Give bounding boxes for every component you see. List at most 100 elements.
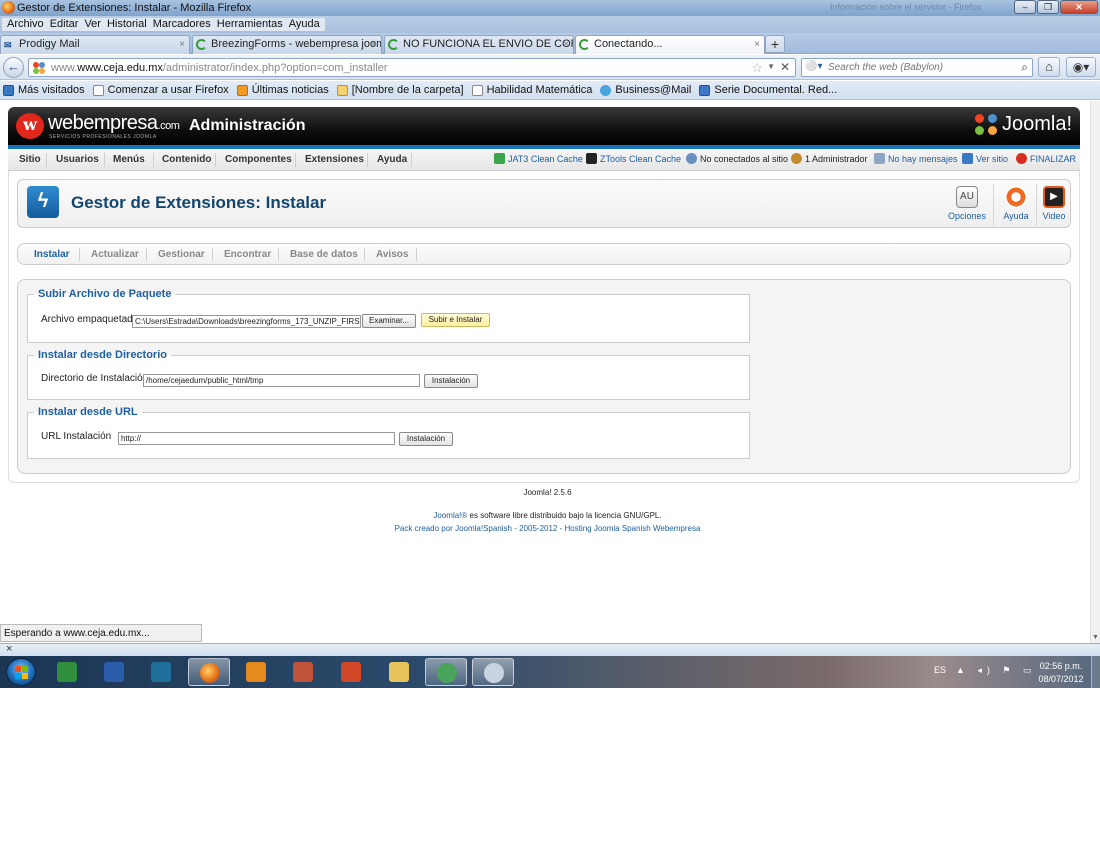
taskbar-clock[interactable]: 02:56 p.m. 08/07/2012	[1030, 660, 1092, 686]
tab-prodigy-mail[interactable]: ✉ Prodigy Mail ×	[0, 35, 190, 54]
subtab-encontrar[interactable]: Encontrar	[224, 249, 271, 260]
url-bar[interactable]: www.www.ceja.edu.mx/administrator/index.…	[28, 58, 796, 77]
install-url-legend: Instalar desde URL	[38, 406, 138, 418]
word-icon	[104, 662, 124, 682]
taskbar-word[interactable]	[93, 658, 135, 686]
recycle-icon	[494, 153, 505, 164]
upload-package-fieldset: Subir Archivo de Paquete Archivo empaque…	[27, 288, 750, 343]
menu-ver[interactable]: Ver	[81, 18, 104, 31]
taskbar-settings[interactable]	[472, 658, 514, 686]
menu-ayuda[interactable]: Ayuda	[286, 18, 323, 31]
close-addon-bar-button[interactable]: ×	[6, 643, 12, 655]
view-site-link[interactable]: Ver sitio	[962, 153, 1008, 164]
subtab-gestionar[interactable]: Gestionar	[158, 249, 205, 260]
rss-icon	[236, 84, 248, 96]
bookmark-star-icon[interactable]: ☆	[751, 60, 763, 76]
screen: Gestor de Extensiones: Instalar - Mozill…	[0, 0, 1100, 841]
menu-marcadores[interactable]: Marcadores	[150, 18, 214, 31]
tab-close-button[interactable]: ×	[563, 36, 569, 53]
addon-menu-button[interactable]: ◉▾	[1066, 57, 1096, 77]
video-button[interactable]: ▶ Video	[1040, 186, 1068, 221]
stop-loading-button[interactable]: ✕	[780, 60, 790, 74]
menu-contenido[interactable]: Contenido	[162, 154, 211, 165]
install-directory-legend: Instalar desde Directorio	[38, 349, 167, 361]
close-window-button[interactable]: ✕	[1060, 0, 1098, 14]
search-input[interactable]	[828, 61, 1013, 74]
ztools-clean-cache-link[interactable]: ZTools Clean Cache	[586, 153, 681, 164]
webempresa-logo-icon: w	[16, 113, 44, 139]
tab-conectando[interactable]: Conectando... ×	[575, 35, 765, 54]
jat3-clean-cache-link[interactable]: JAT3 Clean Cache	[494, 153, 583, 164]
new-tab-button[interactable]: +	[765, 35, 785, 53]
menu-archivo[interactable]: Archivo	[4, 18, 47, 31]
home-button[interactable]: ⌂	[1038, 57, 1060, 77]
language-indicator[interactable]: ES	[934, 665, 946, 675]
start-button[interactable]	[6, 658, 36, 686]
page-title: Gestor de Extensiones: Instalar	[71, 193, 327, 212]
system-tray-icons[interactable]: ▲ ◂) ⚑ ▭	[956, 665, 1037, 676]
subtab-actualizar[interactable]: Actualizar	[91, 249, 139, 260]
taskbar-excel[interactable]	[46, 658, 88, 686]
tab-no-funciona[interactable]: NO FUNCIONA EL ENVIO DE CORRE... ×	[384, 35, 574, 54]
messages-link[interactable]: No hay mensajes	[874, 153, 958, 164]
vertical-scrollbar[interactable]: ▼	[1090, 101, 1100, 643]
search-icon[interactable]: ⌕	[1021, 60, 1028, 75]
install-directory-input[interactable]: /home/cejaedum/public_html/tmp	[143, 374, 420, 387]
taskbar-powerpoint[interactable]	[330, 658, 372, 686]
taskbar-media-player[interactable]	[235, 658, 277, 686]
menu-ayuda-joomla[interactable]: Ayuda	[377, 154, 407, 165]
menu-extensiones[interactable]: Extensiones	[305, 154, 364, 165]
menu-herramientas[interactable]: Herramientas	[214, 18, 286, 31]
menu-sitio[interactable]: Sitio	[19, 154, 41, 165]
tab-close-button[interactable]: ×	[754, 36, 760, 53]
taskbar-messenger[interactable]	[425, 658, 467, 686]
search-engine-icon[interactable]: ⚪▾	[805, 61, 822, 72]
taskbar-explorer[interactable]	[378, 658, 420, 686]
admins-status: 1 Administrador	[791, 153, 868, 164]
bookmark-business-mail[interactable]: Business@Mail	[600, 84, 691, 96]
menu-componentes[interactable]: Componentes	[225, 154, 292, 165]
logout-link[interactable]: FINALIZAR	[1016, 153, 1076, 164]
browse-button[interactable]: Examinar...	[362, 314, 416, 328]
subtab-avisos[interactable]: Avisos	[376, 249, 408, 260]
bookmark-folder[interactable]: [Nombre de la carpeta]	[336, 84, 464, 96]
options-button[interactable]: AU Opciones	[946, 186, 988, 221]
maximize-button[interactable]: ❐	[1037, 0, 1059, 14]
install-url-input[interactable]: http://	[118, 432, 395, 445]
extension-manager-icon: ϟ	[27, 186, 59, 218]
taskbar-firefox[interactable]	[188, 658, 230, 686]
bookmark-habilidad-matematica[interactable]: Habilidad Matemática	[471, 84, 592, 96]
show-desktop-button[interactable]	[1091, 656, 1100, 688]
menu-usuarios[interactable]: Usuarios	[56, 154, 99, 165]
joomla-link[interactable]: Joomla!®	[433, 511, 467, 520]
bookmark-serie-documental[interactable]: Serie Documental. Red...	[699, 84, 837, 96]
bookmark-mas-visitados[interactable]: Más visitados	[3, 84, 85, 96]
menu-historial[interactable]: Historial	[104, 18, 150, 31]
users-icon	[686, 153, 697, 164]
tab-breezingforms[interactable]: BreezingForms - webempresa joomla... ×	[192, 35, 382, 54]
window-controls: – ❐ ✕	[1013, 0, 1098, 14]
bookmark-comenzar-firefox[interactable]: Comenzar a usar Firefox	[92, 84, 229, 96]
upload-install-button[interactable]: Subir e Instalar	[421, 313, 490, 327]
tab-close-button[interactable]: ×	[179, 36, 185, 53]
package-file-input[interactable]: C:\Users\Estrada\Downloads\breezingforms…	[132, 315, 361, 328]
menu-editar[interactable]: Editar	[47, 18, 82, 31]
back-button[interactable]: ←	[3, 57, 24, 78]
url-history-dropdown-icon[interactable]: ▼	[767, 62, 775, 71]
menu-menus[interactable]: Menús	[113, 154, 145, 165]
msn-icon	[600, 84, 612, 96]
install-directory-button[interactable]: Instalación	[424, 374, 478, 388]
install-url-button[interactable]: Instalación	[399, 432, 453, 446]
pack-credits-link[interactable]: Pack creado por Joomla!Spanish - 2005-20…	[0, 524, 1090, 533]
subtab-instalar[interactable]: Instalar	[34, 249, 70, 260]
subtab-base-de-datos[interactable]: Base de datos	[290, 249, 358, 260]
install-directory-fieldset: Instalar desde Directorio Directorio de …	[27, 349, 750, 400]
help-button[interactable]: Ayuda	[1000, 186, 1032, 221]
scroll-down-arrow-icon[interactable]: ▼	[1092, 634, 1099, 641]
bookmark-ultimas-noticias[interactable]: Últimas noticias	[236, 84, 329, 96]
admin-user-icon	[791, 153, 802, 164]
taskbar-toolbox[interactable]	[282, 658, 324, 686]
taskbar-publisher[interactable]	[140, 658, 182, 686]
minimize-button[interactable]: –	[1014, 0, 1036, 14]
tab-close-button[interactable]: ×	[371, 36, 377, 53]
